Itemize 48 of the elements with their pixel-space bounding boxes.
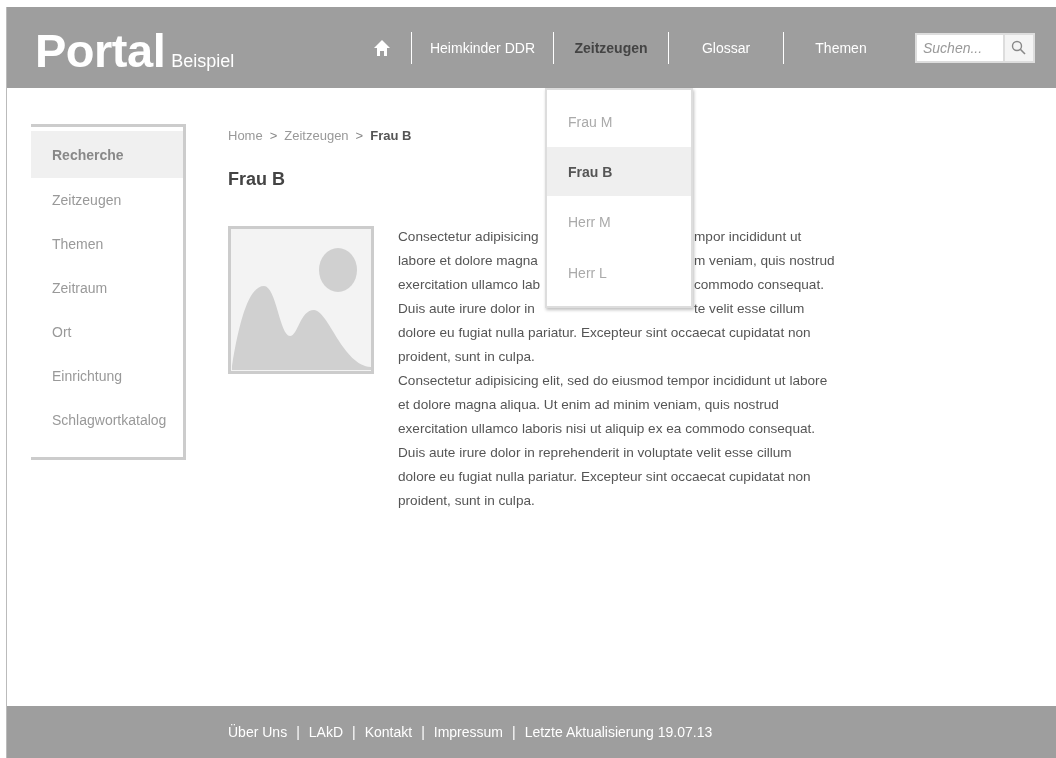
breadcrumb-separator: > xyxy=(355,128,364,143)
dropdown-item[interactable]: Herr L xyxy=(547,247,691,298)
text-fragment: exercitation ullamco lab xyxy=(398,276,542,294)
footer-separator: | xyxy=(421,724,425,740)
text-fragment: labore et dolore magna xyxy=(398,252,539,270)
footer-link[interactable]: Impressum xyxy=(433,724,503,740)
text-fragment: commodo consequat. xyxy=(694,276,825,294)
text-line: proident, sunt in culpa. xyxy=(398,348,536,366)
sidebar-item[interactable]: Ort xyxy=(31,310,183,354)
nav-link[interactable]: Heimkinder DDR xyxy=(411,39,553,56)
sidebar-item[interactable]: Recherche xyxy=(31,131,183,178)
breadcrumb-link[interactable]: Home xyxy=(228,128,263,143)
footer-separator: | xyxy=(512,724,516,740)
sidebar-item[interactable]: Schlagwortkatalog xyxy=(31,398,183,442)
footer-link[interactable]: Kontakt xyxy=(364,724,413,740)
footer-link[interactable]: LAkD xyxy=(308,724,343,740)
dropdown-item[interactable]: Herr M xyxy=(547,196,691,247)
home-icon xyxy=(372,38,391,57)
page-title: Frau B xyxy=(228,169,285,190)
logo-text: Portal xyxy=(35,23,166,78)
nav-link[interactable]: Themen xyxy=(784,39,898,56)
text-line: dolore eu fugiat nulla pariatur. Excepteur sint occaecat cupidatat non xyxy=(398,324,812,342)
dropdown-item[interactable]: Frau M xyxy=(547,96,691,147)
nav-link[interactable]: Zeitzeugen xyxy=(554,39,668,56)
text-fragment: Duis aute irure dolor in xyxy=(398,300,536,318)
text-fragment: mpor incididunt ut xyxy=(694,228,803,246)
search-icon xyxy=(1011,39,1027,56)
body-paragraph: Consectetur adipisicing elit, sed do eiusmod tempor incididunt ut labore et dolore magna aliqua. Ut enim ad minim veniam, quis nostrud exercitation ullamco laboris nisi ut aliquip ex ea commodo consequat. Duis aute irure dolor in reprehenderit in voluptate velit esse cillum dolore eu fugiat nulla pariatur. Excepteur sint occaecat cupidatat non proident, sunt in culpa. xyxy=(398,372,829,510)
search-button[interactable] xyxy=(1005,32,1035,63)
text-fragment: Consectetur adipisicing xyxy=(398,228,540,246)
footer-link[interactable]: Letzte Aktualisierung 19.07.13 xyxy=(524,724,713,740)
breadcrumb-separator: > xyxy=(269,128,278,143)
breadcrumb-link[interactable]: Frau B xyxy=(370,128,412,143)
footer-separator: | xyxy=(296,724,300,740)
footer-separator: | xyxy=(352,724,356,740)
sidebar-item[interactable]: Zeitraum xyxy=(31,266,183,310)
home-link[interactable] xyxy=(372,38,391,57)
logo-subtitle: Beispiel xyxy=(171,51,235,72)
dropdown-item[interactable]: Frau B xyxy=(547,147,691,196)
nav-link[interactable]: Glossar xyxy=(669,39,783,56)
sidebar-item[interactable]: Zeitzeugen xyxy=(31,178,183,222)
text-fragment: te velit esse cillum xyxy=(694,300,806,318)
breadcrumb-link[interactable]: Zeitzeugen xyxy=(284,128,349,143)
footer-link[interactable]: Über Uns xyxy=(228,724,288,740)
text-fragment: m veniam, quis nostrud xyxy=(694,252,835,270)
sidebar-item[interactable]: Einrichtung xyxy=(31,354,183,398)
sidebar-item[interactable]: Themen xyxy=(31,222,183,266)
search-field[interactable]: Suchen... xyxy=(915,32,1005,63)
